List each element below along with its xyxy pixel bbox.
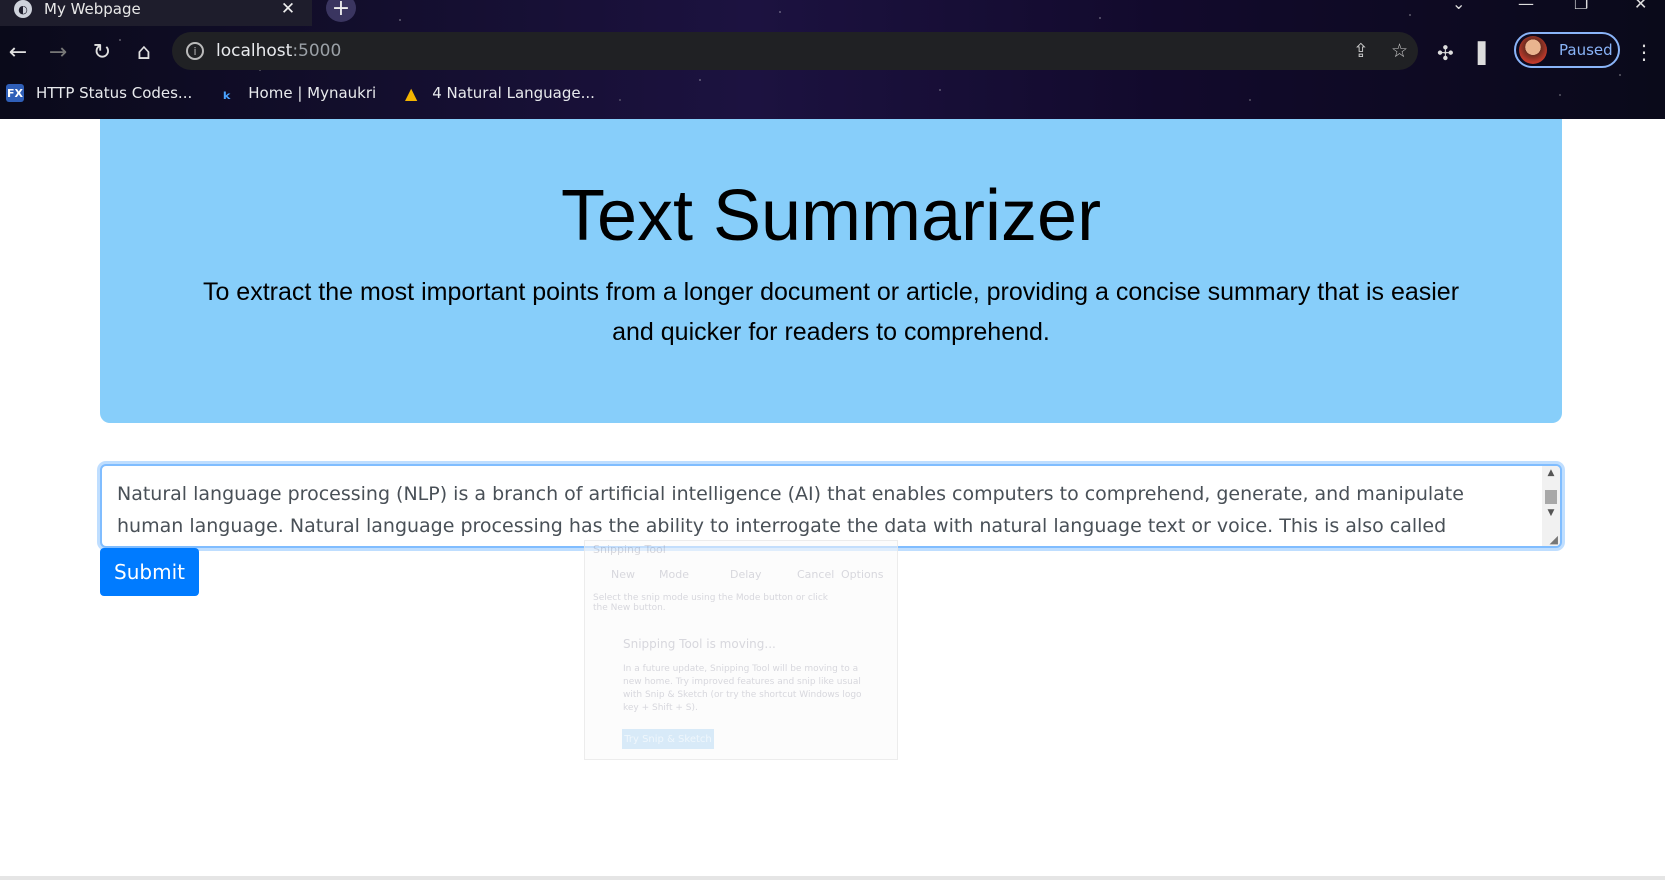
restore-icon[interactable]: ❐: [1574, 0, 1588, 13]
scroll-up-arrow-icon[interactable]: ▲: [1542, 468, 1560, 478]
profile-status: Paused: [1559, 41, 1613, 59]
submit-button[interactable]: Submit: [100, 548, 199, 596]
scroll-down-arrow-icon[interactable]: ▼: [1542, 508, 1560, 518]
snip-hint: Select the snip mode using the Mode butt…: [593, 593, 829, 613]
snip-delay-button[interactable]: Delay: [730, 568, 762, 581]
scroll-thumb[interactable]: [1545, 490, 1557, 504]
fx-icon: FX: [6, 84, 24, 102]
text-input-container: ▲ ▼ ◢: [100, 464, 1562, 548]
bookmark-label: 4 Natural Language...: [432, 84, 595, 102]
page-subtitle: To extract the most important points fro…: [202, 278, 1460, 346]
site-info-icon[interactable]: i: [186, 42, 204, 60]
snip-title: Snipping Tool: [593, 543, 666, 556]
mynaukri-icon: ₖ: [222, 82, 232, 104]
snip-cancel-button[interactable]: Cancel: [797, 568, 834, 581]
menu-icon[interactable]: ⋮: [1634, 40, 1654, 64]
avatar: [1519, 36, 1547, 64]
side-panel-icon[interactable]: ▌: [1478, 41, 1493, 65]
globe-icon: ◐: [14, 0, 32, 18]
close-window-icon[interactable]: ✕: [1634, 0, 1647, 13]
try-snip-sketch-button[interactable]: Try Snip & Sketch: [622, 729, 714, 749]
resize-grip-icon[interactable]: ◢: [1550, 533, 1558, 546]
tab-title: My Webpage: [44, 0, 141, 18]
browser-toolbar: ← → ↻ ⌂ i localhost :5000 ⇪ ☆ ✣ ▌ Paused…: [0, 30, 1665, 74]
bottom-divider: [0, 876, 1665, 880]
snipping-tool-window: Snipping Tool New Mode Delay Cancel Opti…: [584, 540, 898, 760]
minimize-icon[interactable]: —: [1518, 0, 1534, 13]
browser-tab[interactable]: ◐ My Webpage ✕: [0, 0, 312, 26]
new-tab-button[interactable]: +: [326, 0, 356, 22]
bookmark-star-icon[interactable]: ☆: [1391, 40, 1408, 62]
url-host: localhost: [216, 41, 293, 61]
url-port: :5000: [292, 41, 342, 61]
bookmark-label: HTTP Status Codes...: [36, 84, 193, 102]
close-tab-icon[interactable]: ✕: [276, 0, 300, 19]
profile-button[interactable]: Paused: [1514, 32, 1620, 68]
bookmark-http-status[interactable]: FX HTTP Status Codes...: [6, 84, 192, 102]
forward-icon[interactable]: →: [42, 36, 74, 68]
bookmark-mynaukri[interactable]: ₖ Home | Mynaukri: [218, 82, 377, 104]
reload-icon[interactable]: ↻: [86, 36, 118, 68]
bookmark-label: Home | Mynaukri: [248, 84, 377, 102]
bookmarks-bar: FX HTTP Status Codes... ₖ Home | Mynaukr…: [0, 78, 1665, 108]
snip-options-button[interactable]: Options: [841, 568, 883, 581]
address-bar[interactable]: i localhost :5000 ⇪ ☆: [172, 32, 1418, 70]
tab-search-icon[interactable]: ⌄: [1452, 0, 1465, 13]
extensions-icon[interactable]: ✣: [1437, 41, 1454, 65]
snip-mode-button[interactable]: Mode: [659, 568, 689, 581]
snip-moving-body: In a future update, Snipping Tool will b…: [623, 664, 862, 713]
snip-moving-title: Snipping Tool is moving...: [623, 637, 776, 651]
snip-new-button[interactable]: New: [611, 568, 635, 581]
hero-jumbotron: Text Summarizer To extract the most impo…: [100, 119, 1562, 423]
back-icon[interactable]: ←: [2, 36, 34, 68]
share-icon[interactable]: ⇪: [1353, 40, 1369, 62]
text-input[interactable]: [102, 466, 1560, 546]
browser-chrome: ◐ My Webpage ✕ + ⌄ — ❐ ✕ ← → ↻ ⌂ i local…: [0, 0, 1665, 119]
page-title: Text Summarizer: [560, 176, 1102, 256]
bookmark-natural-language[interactable]: ▲ 4 Natural Language...: [402, 83, 595, 103]
home-icon[interactable]: ⌂: [128, 36, 160, 68]
drive-icon: ▲: [405, 83, 418, 103]
